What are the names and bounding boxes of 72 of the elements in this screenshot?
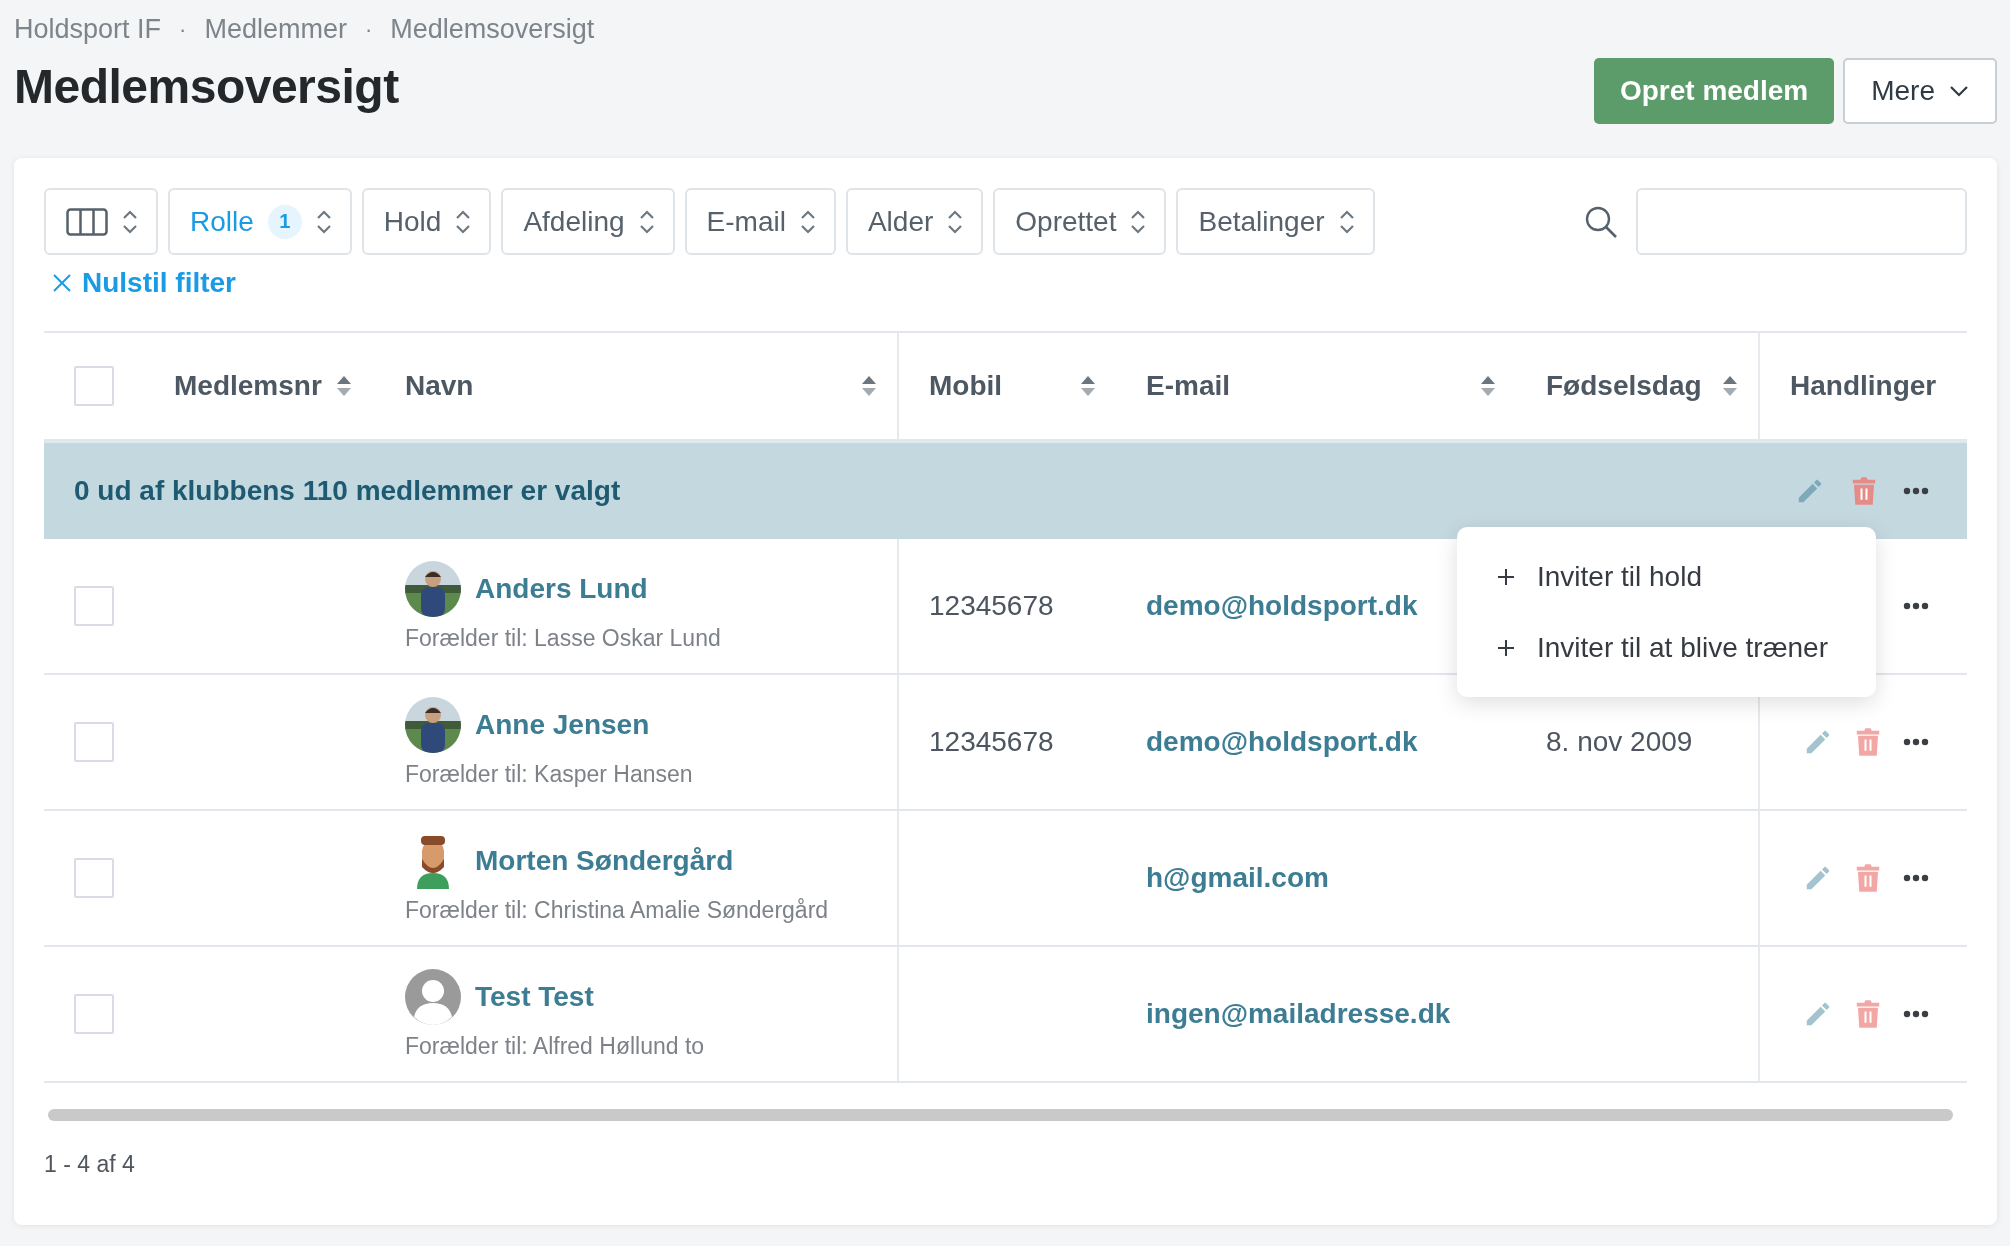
sort-toggle-icon	[455, 208, 472, 235]
breadcrumb-separator: ·	[364, 16, 373, 43]
plus-icon	[1497, 567, 1515, 586]
filter-dropdown[interactable]: Hold	[361, 188, 492, 255]
breadcrumb-item: Medlemsoversigt	[390, 14, 595, 45]
breadcrumb-item[interactable]: Holdsport IF	[14, 14, 162, 45]
parent-info: Forælder til: Lasse Oskar Lund	[405, 624, 721, 652]
trash-icon[interactable]	[1851, 476, 1877, 506]
breadcrumb-separator: ·	[179, 16, 187, 43]
more-icon[interactable]	[1903, 602, 1929, 610]
columns-button[interactable]	[44, 188, 158, 255]
checkbox[interactable]	[74, 722, 114, 762]
menu-item[interactable]: Inviter til hold	[1457, 541, 1876, 612]
sort-toggle-icon	[122, 208, 138, 235]
sort-toggle-icon	[315, 208, 332, 235]
pagination-info: 1 - 4 af 4	[44, 1151, 136, 1178]
filter-dropdown[interactable]: Alder	[845, 188, 984, 255]
filter-dropdown[interactable]: Oprettet	[993, 188, 1167, 255]
trash-icon[interactable]	[1855, 999, 1881, 1029]
filter-dropdown[interactable]: Afdeling	[501, 188, 675, 255]
columns-icon	[66, 207, 108, 236]
parent-info: Forælder til: Christina Amalie Søndergård	[405, 896, 829, 924]
breadcrumb-item[interactable]: Medlemmer	[204, 14, 347, 45]
create-member-button[interactable]: Opret medlem	[1593, 58, 1835, 124]
parent-info: Forælder til: Kasper Hansen	[405, 760, 693, 788]
sort-toggle-icon	[1338, 208, 1355, 235]
chevron-down-icon	[1949, 85, 1969, 97]
sort-toggle-icon	[1130, 208, 1147, 235]
selection-count: 0 ud af klubbens 110 medlemmer er valgt	[73, 475, 622, 507]
checkbox[interactable]	[74, 858, 114, 898]
more-icon[interactable]	[1903, 487, 1929, 495]
more-icon[interactable]	[1903, 1010, 1929, 1018]
count-badge: 1	[267, 204, 302, 239]
menu-item[interactable]: Inviter til at blive træner	[1457, 612, 1876, 683]
scrollbar[interactable]	[48, 1109, 1953, 1121]
close-icon	[52, 273, 72, 293]
checkbox[interactable]	[74, 994, 114, 1034]
plus-icon	[1497, 638, 1515, 657]
column-header[interactable]: Fødselsdag	[1546, 370, 1708, 402]
member-name-link[interactable]: Anne Jensen	[475, 708, 650, 741]
filter-dropdown[interactable]: E-mail	[684, 188, 836, 255]
search-icon	[1584, 204, 1618, 239]
filter-dropdown[interactable]: Betalinger	[1176, 188, 1375, 255]
checkbox[interactable]	[74, 586, 114, 626]
column-header[interactable]: Medlemsnr	[174, 370, 322, 402]
email-link[interactable]: ingen@mailadresse.dk	[1146, 998, 1451, 1030]
column-header[interactable]: E-mail	[1146, 370, 1466, 402]
more-icon[interactable]	[1903, 738, 1929, 746]
parent-info: Forælder til: Alfred Høllund to	[405, 1032, 705, 1060]
more-button[interactable]: Mere	[1843, 58, 1997, 124]
column-header: Handlinger	[1790, 370, 1938, 402]
column-header[interactable]: Navn	[405, 370, 847, 402]
sort-toggle-icon	[638, 208, 655, 235]
sort-toggle-icon	[799, 208, 816, 235]
avatar-icon	[405, 968, 461, 1025]
email-link[interactable]: demo@holdsport.dk	[1146, 726, 1418, 758]
member-name-link[interactable]: Morten Søndergård	[475, 844, 734, 877]
sort-toggle-icon	[947, 208, 964, 235]
email-link[interactable]: h@gmail.com	[1146, 862, 1329, 894]
email-link[interactable]: demo@holdsport.dk	[1146, 590, 1418, 622]
member-name-link[interactable]: Anders Lund	[475, 572, 648, 605]
phone-number: 12345678	[929, 590, 1054, 622]
trash-icon[interactable]	[1855, 863, 1881, 893]
trash-icon[interactable]	[1855, 727, 1881, 757]
checkbox[interactable]	[74, 366, 114, 406]
member-name-link[interactable]: Test Test	[475, 980, 594, 1013]
more-icon[interactable]	[1903, 874, 1929, 882]
search-field[interactable]	[1636, 188, 1967, 255]
page-title: Medlemsoversigt	[14, 59, 400, 114]
column-header[interactable]: Mobil	[929, 370, 1066, 402]
phone-number: 12345678	[929, 726, 1054, 758]
birthday: 8. nov 2009	[1546, 726, 1693, 758]
